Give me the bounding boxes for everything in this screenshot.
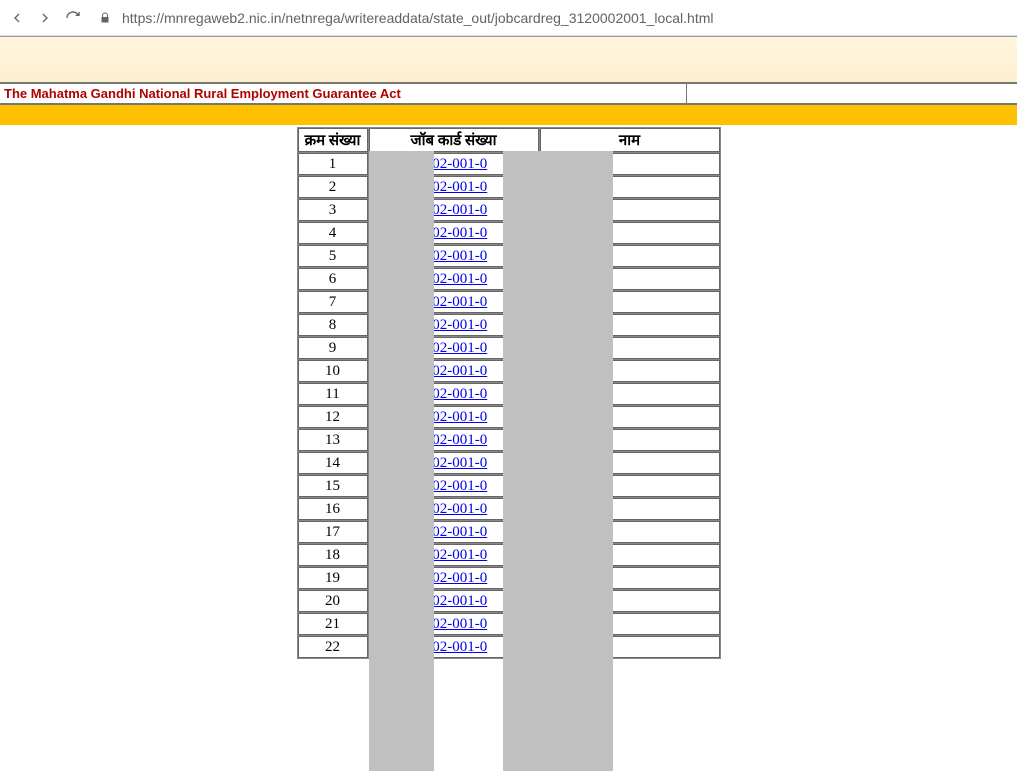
- cell-sr: 9: [298, 337, 368, 359]
- reload-icon[interactable]: [64, 9, 82, 27]
- lock-icon: [98, 11, 112, 25]
- cell-sr: 16: [298, 498, 368, 520]
- col-header-job: जॉब कार्ड संख्या: [369, 128, 539, 152]
- cell-sr: 17: [298, 521, 368, 543]
- browser-toolbar: https://mnregaweb2.nic.in/netnrega/write…: [0, 0, 1017, 36]
- content: क्रम संख्या जॉब कार्ड संख्या नाम 1-002-0…: [0, 125, 1017, 659]
- cell-sr: 11: [298, 383, 368, 405]
- cell-sr: 22: [298, 636, 368, 658]
- cell-sr: 20: [298, 590, 368, 612]
- cell-sr: 13: [298, 429, 368, 451]
- cell-sr: 18: [298, 544, 368, 566]
- address-bar[interactable]: https://mnregaweb2.nic.in/netnrega/write…: [122, 10, 1009, 26]
- cell-sr: 3: [298, 199, 368, 221]
- page-title: The Mahatma Gandhi National Rural Employ…: [0, 84, 687, 103]
- forward-icon[interactable]: [36, 9, 54, 27]
- yellow-band: [0, 105, 1017, 125]
- cell-sr: 10: [298, 360, 368, 382]
- cell-sr: 7: [298, 291, 368, 313]
- col-header-name: नाम: [540, 128, 720, 152]
- col-header-sr: क्रम संख्या: [298, 128, 368, 152]
- redaction-overlay: [369, 151, 434, 771]
- cell-sr: 6: [298, 268, 368, 290]
- page-header-band: [0, 36, 1017, 82]
- cell-sr: 4: [298, 222, 368, 244]
- title-spacer: [687, 84, 1017, 103]
- cell-sr: 2: [298, 176, 368, 198]
- back-icon[interactable]: [8, 9, 26, 27]
- cell-sr: 12: [298, 406, 368, 428]
- cell-sr: 5: [298, 245, 368, 267]
- cell-sr: 21: [298, 613, 368, 635]
- cell-sr: 19: [298, 567, 368, 589]
- cell-sr: 14: [298, 452, 368, 474]
- title-bar: The Mahatma Gandhi National Rural Employ…: [0, 82, 1017, 105]
- cell-sr: 8: [298, 314, 368, 336]
- table-header-row: क्रम संख्या जॉब कार्ड संख्या नाम: [298, 128, 720, 152]
- cell-sr: 15: [298, 475, 368, 497]
- cell-sr: 1: [298, 153, 368, 175]
- redaction-overlay: [503, 151, 613, 771]
